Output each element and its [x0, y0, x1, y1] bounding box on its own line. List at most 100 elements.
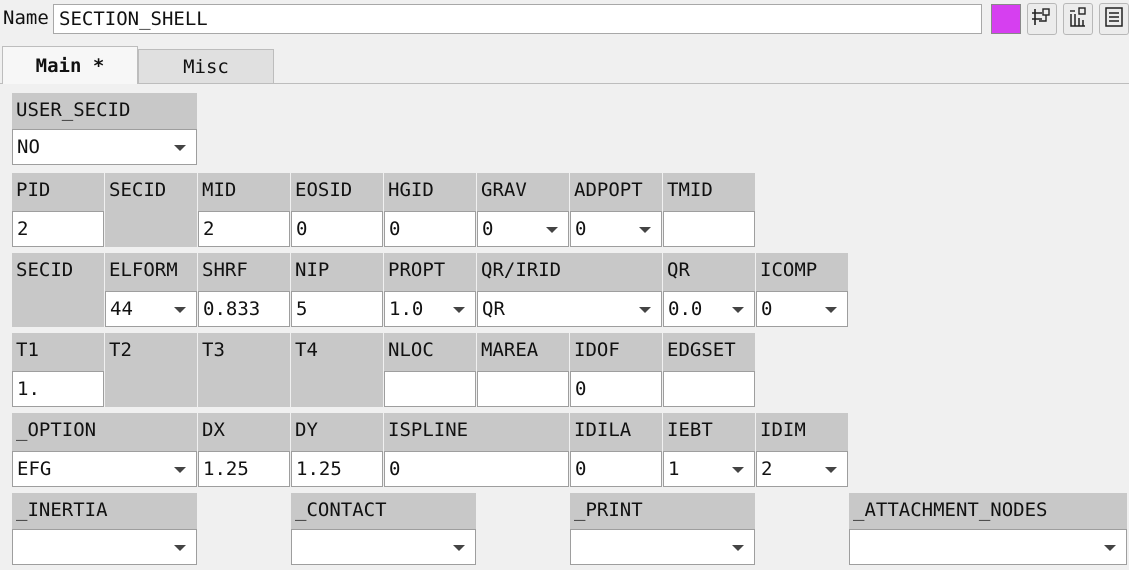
chevron-down-icon — [1104, 545, 1116, 551]
dy-input[interactable]: 1.25 — [291, 451, 383, 487]
chevron-down-icon — [732, 307, 744, 313]
field-print: _PRINT — [570, 493, 755, 565]
field-nip: NIP 5 — [291, 253, 383, 327]
chevron-down-icon — [825, 307, 837, 313]
field-label: ISPLINE — [388, 419, 469, 441]
field-edgset: EDGSET — [663, 333, 755, 407]
chevron-down-icon — [639, 307, 651, 313]
list-menu-button[interactable] — [1099, 3, 1129, 35]
field-label: NIP — [295, 259, 330, 281]
grav-select[interactable]: 0 — [477, 211, 569, 247]
dx-input[interactable]: 1.25 — [198, 451, 290, 487]
propt-select[interactable]: 1.0 — [384, 291, 476, 327]
adpopt-select[interactable]: 0 — [570, 211, 662, 247]
name-input[interactable]: SECTION_SHELL — [53, 4, 982, 34]
chevron-down-icon — [174, 145, 186, 151]
shrf-input[interactable]: 0.833 — [198, 291, 290, 327]
pick-tree-button[interactable] — [1063, 3, 1093, 35]
chevron-down-icon — [732, 467, 744, 473]
field-label: HGID — [388, 179, 434, 201]
option-select[interactable]: EFG — [12, 451, 197, 487]
field-hgid: HGID 0 — [384, 173, 476, 247]
select-value: 0.0 — [668, 298, 703, 320]
select-value: 1 — [668, 458, 680, 480]
select-value: NO — [17, 136, 40, 158]
field-label: IDOF — [574, 339, 620, 361]
elform-select[interactable]: 44 — [105, 291, 197, 327]
field-dy: DY 1.25 — [291, 413, 383, 487]
field-icomp: ICOMP 0 — [756, 253, 848, 327]
inertia-select[interactable] — [12, 529, 197, 565]
field-t1: T1 1. — [12, 333, 104, 407]
chevron-down-icon — [546, 227, 558, 233]
nloc-input[interactable] — [384, 371, 476, 407]
attachment-nodes-select[interactable] — [849, 529, 1127, 565]
field-label: GRAV — [481, 179, 527, 201]
qr-irid-select[interactable]: QR — [477, 291, 662, 327]
marea-input[interactable] — [477, 371, 569, 407]
field-label: _ATTACHMENT_NODES — [853, 499, 1048, 521]
nip-input[interactable]: 5 — [291, 291, 383, 327]
edgset-input[interactable] — [663, 371, 755, 407]
field-ispline: ISPLINE 0 — [384, 413, 569, 487]
select-value: 1.0 — [389, 298, 424, 320]
field-iebt: IEBT 1 — [663, 413, 755, 487]
field-label: PID — [16, 179, 51, 201]
field-propt: PROPT 1.0 — [384, 253, 476, 327]
chevron-down-icon — [639, 227, 651, 233]
pid-input[interactable]: 2 — [12, 211, 104, 247]
field-label: IDILA — [574, 419, 632, 441]
t1-input[interactable]: 1. — [12, 371, 104, 407]
color-swatch[interactable] — [991, 4, 1021, 34]
field-label: IDIM — [760, 419, 806, 441]
field-label: NLOC — [388, 339, 434, 361]
field-t3: T3 — [198, 333, 290, 407]
idila-input[interactable]: 0 — [570, 451, 662, 487]
field-label: SECID — [109, 179, 167, 201]
field-attachment-nodes: _ATTACHMENT_NODES — [849, 493, 1127, 565]
field-qr-irid: QR/IRID QR — [477, 253, 662, 327]
pick-node-icon — [1031, 6, 1053, 33]
field-nloc: NLOC — [384, 333, 476, 407]
tab-main[interactable]: Main * — [2, 46, 138, 84]
field-label: T3 — [202, 339, 225, 361]
ispline-input[interactable]: 0 — [384, 451, 569, 487]
idim-select[interactable]: 2 — [756, 451, 848, 487]
field-elform: ELFORM 44 — [105, 253, 197, 327]
tab-divider — [0, 83, 1129, 84]
field-adpopt: ADPOPT 0 — [570, 173, 662, 247]
select-value: EFG — [17, 458, 52, 480]
idof-input[interactable]: 0 — [570, 371, 662, 407]
field-option: _OPTION EFG — [12, 413, 197, 487]
tab-misc[interactable]: Misc — [138, 49, 274, 84]
field-dx: DX 1.25 — [198, 413, 290, 487]
field-contact: _CONTACT — [291, 493, 476, 565]
field-label: PROPT — [388, 259, 446, 281]
tmid-input[interactable] — [663, 211, 755, 247]
field-secid: SECID — [105, 173, 197, 247]
pick-node-button[interactable] — [1027, 3, 1057, 35]
contact-select[interactable] — [291, 529, 476, 565]
field-grav: GRAV 0 — [477, 173, 569, 247]
field-label: DX — [202, 419, 225, 441]
qr-select[interactable]: 0.0 — [663, 291, 755, 327]
field-marea: MAREA — [477, 333, 569, 407]
field-label: QR — [667, 259, 690, 281]
user-secid-select[interactable]: NO — [12, 129, 197, 165]
hgid-input[interactable]: 0 — [384, 211, 476, 247]
chevron-down-icon — [453, 545, 465, 551]
chevron-down-icon — [453, 307, 465, 313]
iebt-select[interactable]: 1 — [663, 451, 755, 487]
mid-input[interactable]: 2 — [198, 211, 290, 247]
chevron-down-icon — [174, 307, 186, 313]
field-label: T4 — [295, 339, 318, 361]
field-label: _CONTACT — [295, 499, 387, 521]
icomp-select[interactable]: 0 — [756, 291, 848, 327]
field-label: ELFORM — [109, 259, 178, 281]
print-select[interactable] — [570, 529, 755, 565]
eosid-input[interactable]: 0 — [291, 211, 383, 247]
select-value: QR — [482, 298, 505, 320]
field-idim: IDIM 2 — [756, 413, 848, 487]
field-t4: T4 — [291, 333, 383, 407]
tab-bar: Main * Misc — [0, 46, 1129, 84]
